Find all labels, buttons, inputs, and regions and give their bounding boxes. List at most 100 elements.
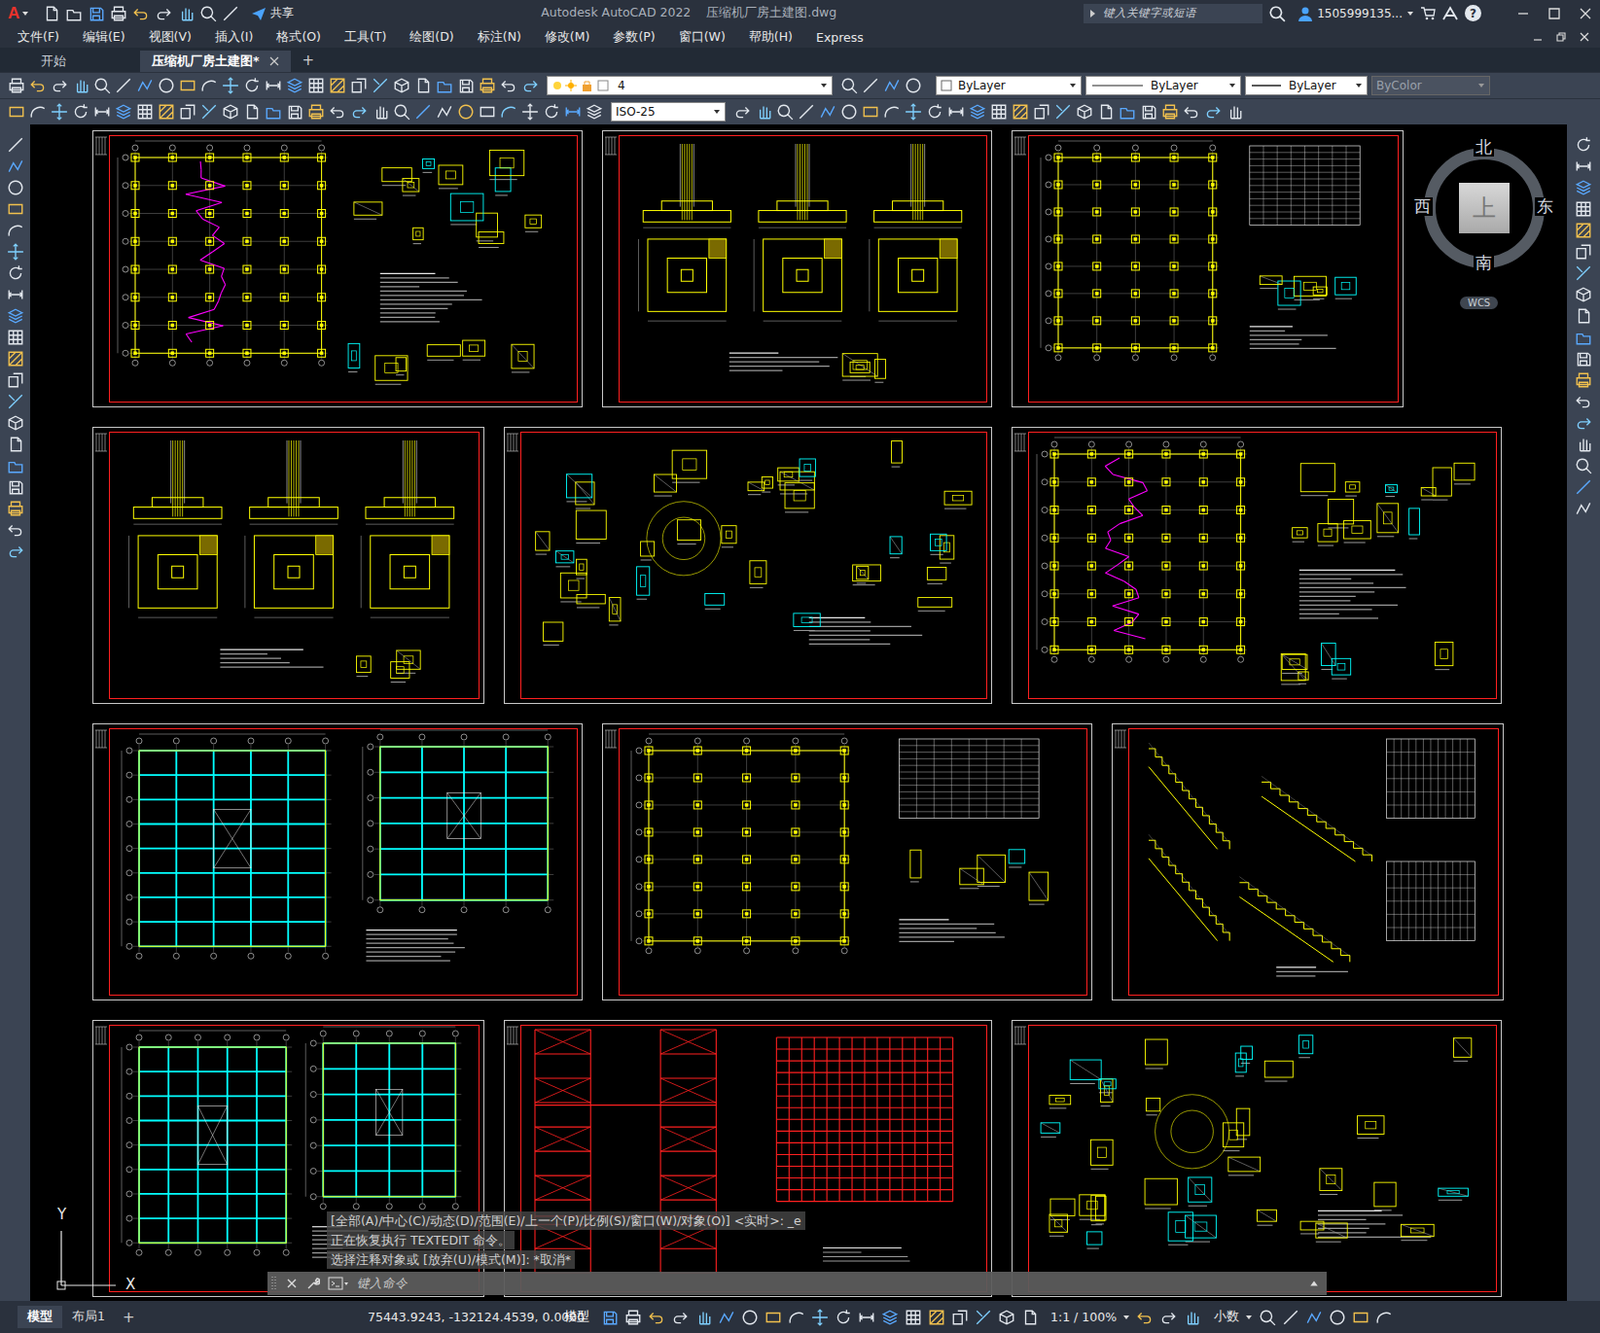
status-toggle-icon[interactable] bbox=[647, 1309, 666, 1327]
close-icon[interactable] bbox=[284, 1277, 299, 1291]
tool-icon[interactable] bbox=[285, 76, 304, 95]
tool-icon[interactable] bbox=[861, 103, 880, 121]
modify-tool-icon[interactable] bbox=[1574, 499, 1593, 518]
linetype-dropdown[interactable]: ByLayer bbox=[1085, 75, 1242, 96]
modify-tool-icon[interactable] bbox=[1574, 264, 1593, 283]
status-toggle-icon[interactable] bbox=[927, 1309, 946, 1327]
status-toggle-icon[interactable] bbox=[997, 1309, 1016, 1327]
modify-tool-icon[interactable] bbox=[1574, 285, 1593, 304]
annotation-scale[interactable]: 1:1 / 100% bbox=[1050, 1310, 1117, 1325]
status-toggle-icon[interactable] bbox=[1021, 1309, 1039, 1327]
tool-icon[interactable] bbox=[71, 76, 90, 95]
status-toggle-icon[interactable] bbox=[881, 1309, 899, 1327]
wrench-icon[interactable] bbox=[306, 1277, 320, 1291]
quick-access-icon[interactable] bbox=[132, 4, 150, 23]
draw-tool-icon[interactable] bbox=[6, 136, 25, 154]
draw-tool-icon[interactable] bbox=[6, 435, 25, 454]
command-line[interactable]: 键入命令 bbox=[267, 1272, 1327, 1296]
coordinates[interactable]: 75443.9243, -132124.4539, 0.0000 bbox=[367, 1310, 559, 1325]
tool-icon[interactable] bbox=[585, 103, 604, 121]
layout-tab[interactable]: 布局1 bbox=[62, 1306, 115, 1329]
modify-tool-icon[interactable] bbox=[1574, 328, 1593, 347]
tool-icon[interactable] bbox=[1075, 103, 1094, 121]
tool-icon[interactable] bbox=[1204, 103, 1222, 121]
menu-item[interactable]: 文件(F) bbox=[17, 29, 60, 46]
lineweight-dropdown[interactable]: ByLayer bbox=[1244, 75, 1368, 96]
tool-icon[interactable] bbox=[71, 103, 90, 121]
drawing-sheet[interactable] bbox=[1011, 130, 1404, 408]
tool-icon[interactable] bbox=[7, 103, 26, 121]
status-toggle-icon[interactable] bbox=[1159, 1309, 1177, 1327]
status-toggle-icon[interactable] bbox=[787, 1309, 806, 1327]
tool-icon[interactable] bbox=[1118, 103, 1137, 121]
status-toggle-icon[interactable] bbox=[811, 1309, 829, 1327]
menu-item[interactable]: 帮助(H) bbox=[748, 29, 793, 46]
quick-access-icon[interactable] bbox=[199, 4, 217, 23]
tool-icon[interactable] bbox=[50, 76, 69, 95]
tool-icon[interactable] bbox=[50, 103, 69, 121]
tool-icon[interactable] bbox=[1032, 103, 1051, 121]
draw-tool-icon[interactable] bbox=[6, 521, 25, 539]
tool-icon[interactable] bbox=[968, 103, 987, 121]
tool-icon[interactable] bbox=[93, 76, 111, 95]
menu-item[interactable]: 绘图(D) bbox=[409, 29, 454, 46]
menu-item[interactable]: 标注(N) bbox=[477, 29, 522, 46]
modify-tool-icon[interactable] bbox=[1574, 221, 1593, 240]
tool-icon[interactable] bbox=[1161, 103, 1179, 121]
application-menu[interactable]: A bbox=[7, 3, 30, 24]
layout-tab[interactable]: 模型 bbox=[17, 1306, 63, 1329]
drawing-sheet[interactable] bbox=[92, 426, 485, 705]
tool-icon[interactable] bbox=[221, 103, 240, 121]
modify-tool-icon[interactable] bbox=[1574, 243, 1593, 261]
model-space-button[interactable]: 模型 bbox=[564, 1309, 590, 1326]
layer-dropdown[interactable]: 4 bbox=[546, 75, 833, 96]
tool-icon[interactable] bbox=[29, 76, 47, 95]
status-toggle-icon[interactable] bbox=[694, 1309, 712, 1327]
status-toggle-icon[interactable] bbox=[951, 1309, 969, 1327]
status-toggle-icon[interactable] bbox=[1375, 1309, 1393, 1327]
drawing-sheet[interactable] bbox=[503, 1020, 993, 1298]
layer-tool-icon[interactable] bbox=[861, 76, 880, 95]
menu-item[interactable]: 视图(V) bbox=[148, 29, 192, 46]
tool-icon[interactable] bbox=[1011, 103, 1030, 121]
menu-item[interactable]: 格式(O) bbox=[276, 29, 321, 46]
status-toggle-icon[interactable] bbox=[857, 1309, 876, 1327]
tool-icon[interactable] bbox=[136, 103, 154, 121]
tool-icon[interactable] bbox=[733, 103, 751, 121]
drawing-sheet[interactable] bbox=[1011, 426, 1502, 705]
quick-access-icon[interactable] bbox=[221, 4, 240, 23]
tool-icon[interactable] bbox=[818, 103, 837, 121]
minimize-icon[interactable] bbox=[1516, 6, 1530, 21]
tool-icon[interactable] bbox=[904, 103, 923, 121]
quick-access-icon[interactable] bbox=[109, 4, 128, 23]
status-toggle-icon[interactable] bbox=[1258, 1309, 1277, 1327]
close-icon[interactable] bbox=[1578, 6, 1593, 21]
draw-tool-icon[interactable] bbox=[6, 499, 25, 518]
viewcube-face[interactable]: 上 bbox=[1458, 182, 1510, 234]
compass-south[interactable]: 南 bbox=[1473, 253, 1494, 273]
tool-icon[interactable] bbox=[392, 76, 411, 95]
tool-icon[interactable] bbox=[797, 103, 816, 121]
drawing-sheet[interactable] bbox=[602, 130, 993, 408]
minimize-icon[interactable] bbox=[1531, 31, 1544, 43]
tool-icon[interactable] bbox=[542, 103, 561, 121]
drawing-sheet[interactable] bbox=[503, 426, 993, 705]
color-dropdown[interactable]: ByLayer bbox=[935, 75, 1082, 96]
tool-icon[interactable] bbox=[1139, 103, 1158, 121]
share-button[interactable]: 共享 bbox=[250, 4, 294, 22]
modify-tool-icon[interactable] bbox=[1574, 435, 1593, 454]
layer-tool-icon[interactable] bbox=[840, 76, 858, 95]
tool-icon[interactable] bbox=[371, 103, 390, 121]
tool-icon[interactable] bbox=[114, 103, 133, 121]
status-toggle-icon[interactable] bbox=[1305, 1309, 1323, 1327]
drawing-sheet[interactable] bbox=[1011, 1020, 1502, 1298]
tool-icon[interactable] bbox=[478, 76, 497, 95]
drawing-sheet[interactable] bbox=[92, 130, 583, 408]
tool-icon[interactable] bbox=[200, 76, 218, 95]
tool-icon[interactable] bbox=[285, 103, 304, 121]
compass-north[interactable]: 北 bbox=[1473, 138, 1494, 157]
model-space-canvas[interactable]: 北南西东上WCSYX[全部(A)/中心(C)/动态(D)/范围(E)/上一个(P… bbox=[30, 124, 1567, 1302]
viewcube[interactable]: 北南西东上WCS bbox=[1423, 136, 1545, 321]
quick-access-icon[interactable] bbox=[87, 4, 106, 23]
draw-tool-icon[interactable] bbox=[6, 178, 25, 197]
